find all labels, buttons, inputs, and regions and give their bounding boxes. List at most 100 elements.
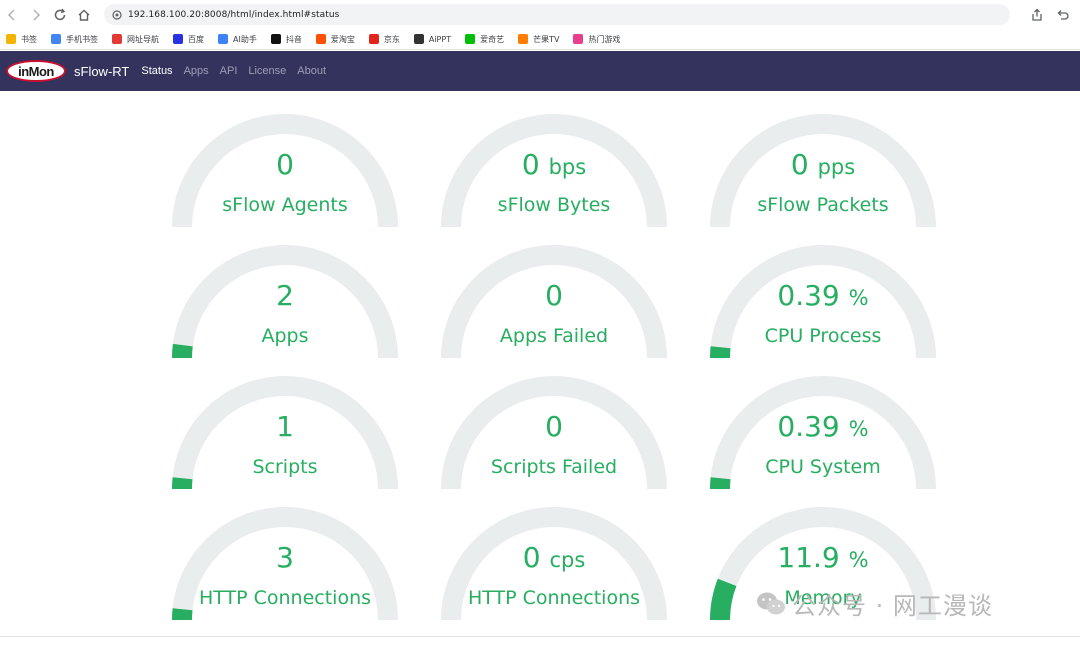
bookmarks-bar: 书签 手机书签 网址导航 百度 AI助手 抖音 爱淘宝 京东 AiPPT 爱奇艺 芒果TV 热门游戏 — [0, 29, 1080, 50]
divider — [0, 636, 1080, 637]
address-bar[interactable]: 192.168.100.20:8008/html/index.html#stat… — [104, 4, 1010, 25]
bookmark-icon — [315, 34, 326, 44]
gauge-value: 2 — [276, 279, 294, 312]
reload-button[interactable] — [48, 3, 72, 27]
bookmark-label: 书签 — [21, 34, 37, 44]
bookmark-label: AI助手 — [233, 34, 257, 44]
gauge-label: sFlow Bytes — [497, 194, 611, 216]
gauge-fill — [709, 346, 731, 358]
gauge-label: HTTP Connections — [467, 587, 641, 609]
bookmark-icon — [270, 34, 281, 44]
nav-license[interactable]: License — [248, 65, 286, 77]
bookmark-icon — [465, 34, 476, 44]
gauge-label: sFlow Packets — [757, 194, 889, 216]
gauge: 0 sFlow Agents — [165, 107, 405, 227]
inmon-logo[interactable]: inMon — [6, 60, 66, 82]
gauge: 0 Apps Failed — [434, 238, 674, 358]
gauge: 0.39 % CPU Process — [703, 238, 943, 358]
url-text: 192.168.100.20:8008/html/index.html#stat… — [128, 9, 340, 20]
bookmark-icon — [173, 34, 183, 44]
bookmark-item[interactable]: 书签 — [6, 34, 37, 45]
gauge-unit: pps — [817, 155, 856, 179]
nav-status[interactable]: Status — [141, 65, 172, 77]
gauge-value-row: 0 pps — [703, 149, 943, 183]
gauge-unit: % — [848, 286, 869, 310]
wechat-icon — [757, 592, 785, 614]
home-button[interactable] — [72, 3, 96, 27]
bookmark-icon — [218, 34, 228, 44]
bookmark-item[interactable]: 爱奇艺 — [465, 34, 504, 45]
watermark: 公众号 · 网工漫谈 — [756, 586, 993, 621]
gauge-fill — [171, 608, 193, 620]
gauge-unit: cps — [549, 548, 586, 572]
gauge: 1 Scripts — [165, 369, 405, 489]
bookmark-label: 抖音 — [285, 34, 302, 44]
gauge-value-row: 0 bps — [434, 149, 674, 183]
bookmark-item[interactable]: 热门游戏 — [573, 34, 620, 45]
bookmark-item[interactable]: 芒果TV — [518, 34, 559, 45]
home-icon — [78, 9, 90, 21]
gauge-value: 0.39 — [777, 279, 840, 312]
arrow-left-icon — [7, 8, 15, 21]
bookmark-item[interactable]: 手机书签 — [51, 34, 98, 45]
bookmark-label: 芒果TV — [533, 34, 560, 44]
gauge-value: 0 — [276, 148, 294, 181]
gauge-unit: bps — [548, 155, 587, 179]
gauge-value: 0 — [790, 148, 809, 181]
bookmark-label: 网址导航 — [127, 34, 159, 44]
gauge-value: 1 — [276, 410, 294, 443]
undo-icon — [1057, 9, 1069, 20]
bookmark-label: 热门游戏 — [588, 34, 621, 44]
share-button[interactable] — [1026, 4, 1048, 25]
bookmark-icon — [573, 34, 584, 44]
gauge: 2 Apps — [165, 238, 405, 358]
gauge-fill — [709, 477, 731, 489]
browser-toolbar: 192.168.100.20:8008/html/index.html#stat… — [0, 0, 1080, 29]
nav-apps[interactable]: Apps — [184, 65, 209, 77]
gauge-value-row: 0 — [165, 149, 405, 181]
nav-about[interactable]: About — [297, 65, 326, 77]
bookmark-label: 手机书签 — [66, 34, 98, 44]
gauge-label: Apps — [261, 325, 309, 347]
bookmark-item[interactable]: AiPPT — [413, 34, 451, 44]
bookmark-item[interactable]: AI助手 — [218, 34, 257, 45]
gauge-value-row: 11.9 % — [703, 542, 943, 576]
back-button[interactable] — [0, 3, 24, 27]
brand-name[interactable]: sFlow-RT — [74, 64, 129, 79]
gauge: 3 HTTP Connections — [165, 500, 405, 620]
bookmark-icon — [112, 34, 122, 44]
gauge-label: HTTP Connections — [198, 587, 372, 609]
gauge: 0 cps HTTP Connections — [434, 500, 674, 620]
gauge-unit: % — [848, 417, 869, 441]
bookmark-icon — [6, 34, 16, 44]
gauge-label: CPU System — [765, 456, 881, 478]
history-button[interactable] — [1052, 4, 1074, 25]
gauge-label: Scripts — [252, 456, 318, 478]
gauge-unit: % — [848, 548, 869, 572]
reload-icon — [54, 8, 66, 20]
bookmark-item[interactable]: 爱淘宝 — [315, 34, 355, 45]
gauge-value-row: 1 — [165, 411, 405, 443]
arrow-right-icon — [33, 8, 41, 21]
nav-api[interactable]: API — [220, 65, 238, 77]
gauge-label: Apps Failed — [499, 325, 609, 347]
gauge: 0 pps sFlow Packets — [703, 107, 943, 227]
gauge-value: 11.9 — [777, 541, 840, 574]
gauge-value-row: 2 — [165, 280, 405, 312]
gauge-value: 0 — [522, 541, 541, 574]
gauge-value-row: 0.39 % — [703, 280, 943, 314]
bookmark-item[interactable]: 网址导航 — [112, 34, 159, 45]
bookmark-item[interactable]: 京东 — [368, 34, 400, 45]
bookmark-item[interactable]: 抖音 — [270, 34, 302, 45]
gauge-label: Scripts Failed — [490, 456, 618, 478]
gauge: 0 Scripts Failed — [434, 369, 674, 489]
gauge-label: sFlow Agents — [222, 194, 348, 216]
gauge-value: 0 — [521, 148, 540, 181]
gauge: 0 bps sFlow Bytes — [434, 107, 674, 227]
watermark-text: 公众号 · 网工漫谈 — [792, 592, 993, 620]
bookmark-item[interactable]: 百度 — [173, 34, 204, 45]
site-info-icon[interactable] — [112, 9, 122, 20]
gauge-label: CPU Process — [764, 325, 882, 347]
gauge-value-row: 3 — [165, 542, 405, 574]
forward-button[interactable] — [24, 3, 48, 27]
